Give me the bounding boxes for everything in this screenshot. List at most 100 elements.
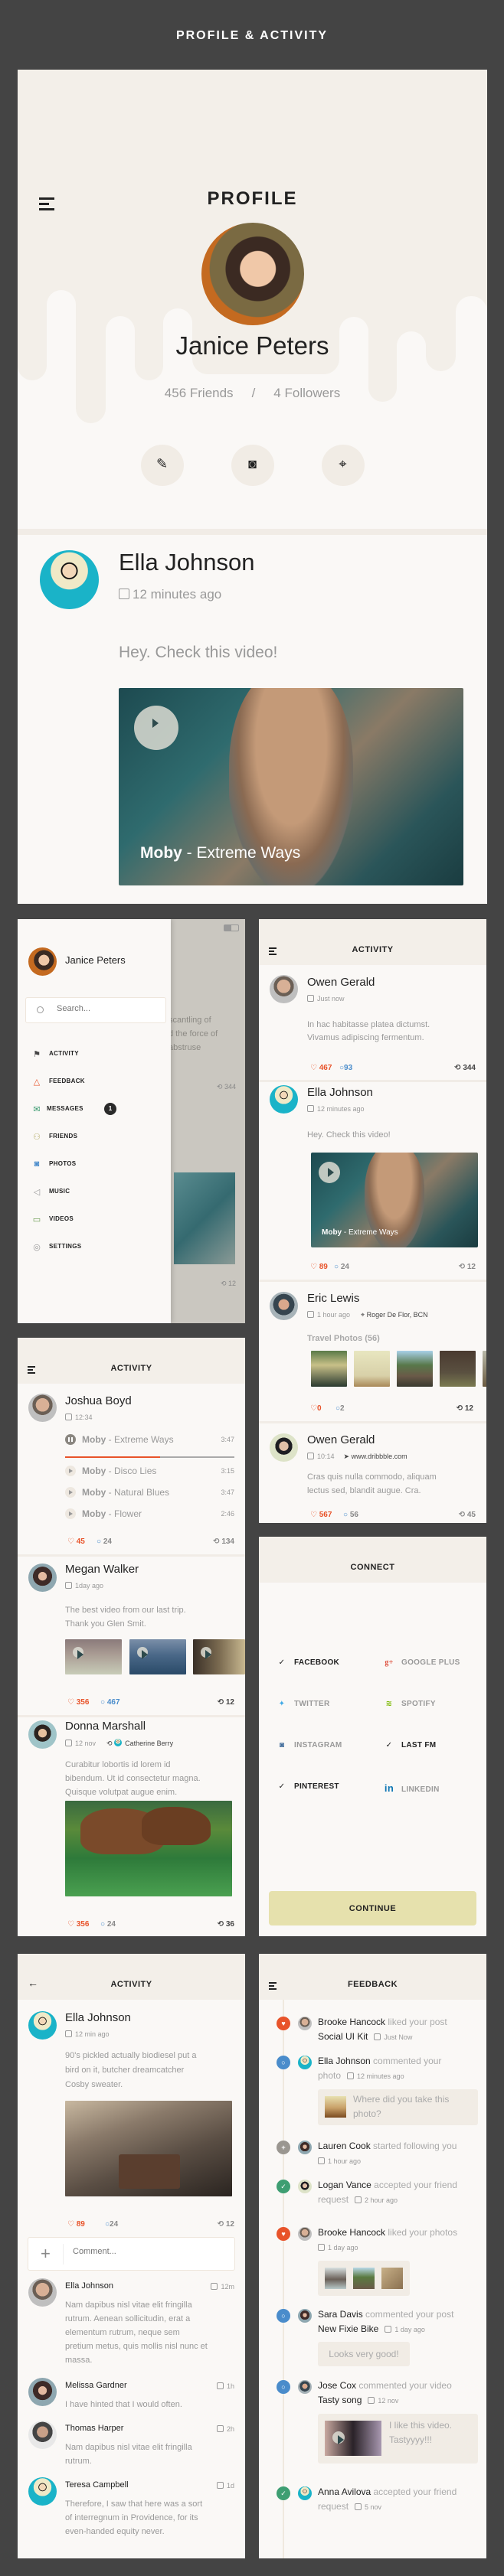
comment-button[interactable]: ○ 56 bbox=[343, 1511, 358, 1519]
play-icon[interactable] bbox=[319, 1162, 340, 1183]
video-thumbnail[interactable] bbox=[65, 1639, 122, 1674]
comment-button[interactable]: ○93 bbox=[339, 1064, 352, 1072]
post-author-name[interactable]: Owen Gerald bbox=[307, 976, 375, 989]
drawer-user-name[interactable]: Janice Peters bbox=[65, 954, 126, 966]
avatar[interactable] bbox=[298, 2309, 312, 2323]
play-icon[interactable] bbox=[134, 706, 178, 750]
video-thumbnail[interactable]: Moby - Extreme Ways bbox=[311, 1153, 478, 1247]
avatar[interactable] bbox=[270, 975, 298, 1003]
connect-spotify[interactable]: ≋ SPOTIFY bbox=[383, 1700, 436, 1708]
post-author-name[interactable]: Ella Johnson bbox=[119, 549, 255, 576]
post-author-name[interactable]: Owen Gerald bbox=[307, 1433, 375, 1446]
avatar[interactable] bbox=[298, 2227, 312, 2241]
connect-facebook[interactable]: ✓ FACEBOOK bbox=[276, 1658, 339, 1667]
drawer-avatar[interactable] bbox=[28, 947, 57, 976]
like-button[interactable]: ♡ 45 bbox=[67, 1537, 85, 1546]
plus-icon[interactable]: + bbox=[41, 2244, 51, 2264]
avatar[interactable] bbox=[298, 2380, 312, 2394]
avatar[interactable] bbox=[298, 2486, 312, 2500]
avatar[interactable] bbox=[298, 2141, 312, 2154]
repost-button[interactable]: ⟲ 12 bbox=[457, 1404, 473, 1413]
avatar[interactable] bbox=[270, 1292, 298, 1320]
avatar[interactable] bbox=[28, 1394, 57, 1422]
video-thumbnail[interactable] bbox=[193, 1639, 245, 1674]
post-author-name[interactable]: Eric Lewis bbox=[307, 1292, 359, 1305]
like-button[interactable]: ♡ 467 bbox=[310, 1064, 332, 1072]
post-author-name[interactable]: Megan Walker bbox=[65, 1563, 139, 1576]
avatar[interactable] bbox=[28, 2477, 57, 2506]
avatar[interactable] bbox=[270, 1433, 298, 1462]
photo-thumbnail[interactable] bbox=[354, 1351, 390, 1387]
photo-thumbnail[interactable] bbox=[483, 1351, 486, 1387]
play-icon[interactable] bbox=[65, 1487, 76, 1498]
menu-item-feedback[interactable]: △ FEEDBACK bbox=[18, 1069, 171, 1097]
play-icon[interactable] bbox=[65, 1508, 76, 1519]
commenter-name[interactable]: Thomas Harper bbox=[65, 2424, 123, 2433]
comment-button[interactable]: ○ 24 bbox=[100, 1920, 116, 1929]
commenter-name[interactable]: Teresa Campbell bbox=[65, 2480, 129, 2490]
camera-button[interactable]: ◙ bbox=[231, 445, 274, 486]
menu-item-videos[interactable]: ▭ VIDEOS bbox=[18, 1207, 171, 1234]
pause-icon[interactable] bbox=[65, 1434, 76, 1445]
menu-item-settings[interactable]: ◎ SETTINGS bbox=[18, 1234, 171, 1262]
location-button[interactable]: ⌖ bbox=[321, 445, 365, 486]
commenter-name[interactable]: Ella Johnson bbox=[65, 2281, 113, 2291]
search-field[interactable] bbox=[25, 997, 166, 1023]
repost-button[interactable]: ⟲ 134 bbox=[213, 1537, 234, 1546]
menu-item-music[interactable]: ◁ MUSIC bbox=[18, 1179, 171, 1207]
connect-google-plus[interactable]: g+ GOOGLE PLUS bbox=[383, 1658, 460, 1667]
avatar[interactable] bbox=[28, 1720, 57, 1749]
followers-count[interactable]: 4 Followers bbox=[273, 386, 340, 400]
like-button[interactable]: ♡0 bbox=[310, 1404, 322, 1413]
comment-button[interactable]: ○24 bbox=[105, 2220, 118, 2229]
post-author-name[interactable]: Joshua Boyd bbox=[65, 1394, 132, 1407]
avatar[interactable] bbox=[28, 2278, 57, 2307]
like-button[interactable]: ♡ 567 bbox=[310, 1511, 332, 1519]
repost-button[interactable]: ⟲ 36 bbox=[218, 1920, 234, 1929]
connect-linkedin[interactable]: in LINKEDIN bbox=[383, 1782, 440, 1794]
post-author-name[interactable]: Donna Marshall bbox=[65, 1720, 146, 1733]
profile-avatar[interactable] bbox=[201, 223, 304, 325]
menu-item-photos[interactable]: ◙ PHOTOS bbox=[18, 1152, 171, 1179]
connect-pinterest[interactable]: ✓ PINTEREST bbox=[276, 1782, 339, 1791]
repost-button[interactable]: ⟲ 12 bbox=[459, 1263, 476, 1271]
connect-twitter[interactable]: ✦ TWITTER bbox=[276, 1700, 330, 1708]
avatar[interactable] bbox=[298, 2017, 312, 2030]
track[interactable]: Moby - Flower 2:46 bbox=[65, 1507, 234, 1522]
commenter-name[interactable]: Melissa Gardner bbox=[65, 2381, 127, 2390]
post-author-avatar[interactable] bbox=[40, 550, 99, 609]
video-thumbnail[interactable]: Moby - Extreme Ways bbox=[119, 688, 463, 885]
photo-thumbnail[interactable] bbox=[397, 1351, 433, 1387]
edit-button[interactable]: ✎ bbox=[140, 445, 184, 486]
repost-button[interactable]: ⟲ 12 bbox=[218, 1698, 234, 1707]
track[interactable]: Moby - Natural Blues 3:47 bbox=[65, 1485, 234, 1501]
comment-button[interactable]: ○ 467 bbox=[100, 1698, 120, 1707]
comment-input[interactable] bbox=[73, 2247, 226, 2256]
video-thumbnail[interactable] bbox=[129, 1639, 186, 1674]
shared-from-name[interactable]: Catherine Berry bbox=[125, 1740, 173, 1747]
comment-button[interactable]: ○ 24 bbox=[334, 1263, 349, 1271]
avatar[interactable] bbox=[298, 2056, 312, 2069]
avatar[interactable] bbox=[298, 2180, 312, 2193]
avatar[interactable] bbox=[28, 2421, 57, 2449]
like-button[interactable]: ♡ 89 bbox=[310, 1263, 328, 1271]
track-progress-bar[interactable] bbox=[65, 1456, 234, 1458]
avatar[interactable] bbox=[270, 1085, 298, 1114]
friends-count[interactable]: 456 Friends bbox=[165, 386, 234, 400]
menu-item-activity[interactable]: ⚑ ACTIVITY bbox=[18, 1042, 171, 1069]
avatar[interactable] bbox=[28, 2378, 57, 2406]
menu-item-messages[interactable]: ✉ MESSAGES 1 bbox=[18, 1097, 171, 1124]
comment-field[interactable]: + bbox=[28, 2237, 235, 2271]
post-link[interactable]: www.dribbble.com bbox=[352, 1453, 407, 1460]
photo-thumbnail[interactable] bbox=[311, 1351, 347, 1387]
photo-thumbnail[interactable] bbox=[440, 1351, 476, 1387]
like-button[interactable]: ♡ 356 bbox=[67, 1920, 89, 1929]
menu-item-friends[interactable]: ⚇ FRIENDS bbox=[18, 1124, 171, 1152]
repost-button[interactable]: ⟲ 344 bbox=[454, 1064, 476, 1072]
like-button[interactable]: ♡ 356 bbox=[67, 1698, 89, 1707]
connect-last-fm[interactable]: ✓ LAST FM bbox=[383, 1741, 436, 1749]
repost-button[interactable]: ⟲ 45 bbox=[459, 1511, 476, 1519]
album-title[interactable]: Travel Photos (56) bbox=[307, 1332, 380, 1345]
post-author-name[interactable]: Ella Johnson bbox=[65, 2011, 131, 2024]
post-author-name[interactable]: Ella Johnson bbox=[307, 1086, 373, 1099]
